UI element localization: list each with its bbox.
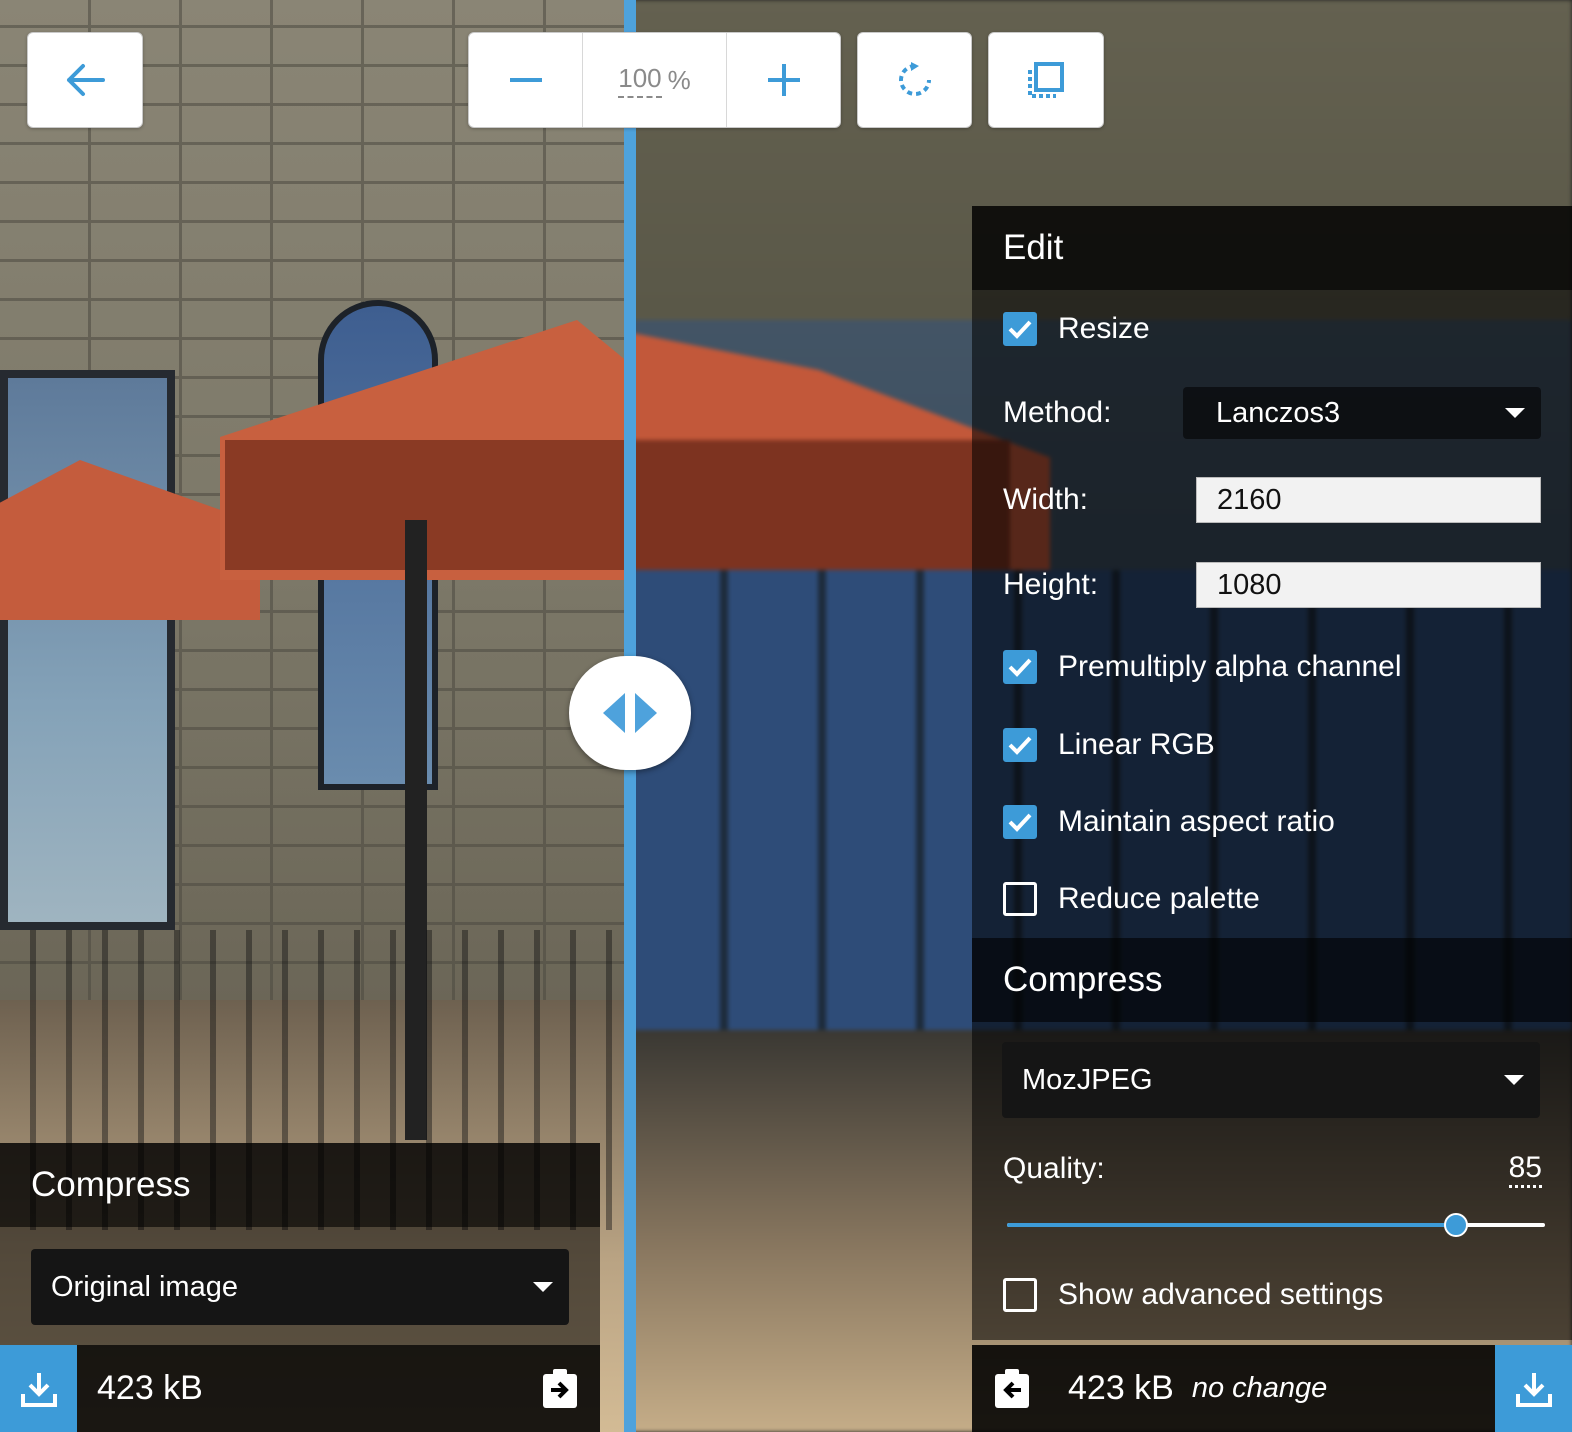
arrow-left-icon [67,64,105,96]
back-button[interactable] [27,32,143,128]
right-options-panel: Edit Resize Method: Lanczos3 Width: 2160… [972,206,1572,1346]
method-row: Method: Lanczos3 [972,368,1572,458]
quality-slider-thumb[interactable] [1444,1213,1469,1237]
aspect-ratio-option[interactable]: Maintain aspect ratio [972,783,1572,860]
quality-slider[interactable] [1007,1213,1545,1237]
check-icon [1008,658,1032,677]
advanced-settings-label: Show advanced settings [1058,1278,1384,1311]
method-select[interactable]: Lanczos3 [1183,387,1541,439]
advanced-settings-option[interactable]: Show advanced settings [972,1250,1572,1340]
width-row: Width: 2160 [972,458,1572,542]
quality-label: Quality: [1003,1152,1105,1185]
codec-value-right: MozJPEG [1022,1063,1153,1096]
codec-select-right[interactable]: MozJPEG [1002,1042,1540,1118]
aspect-ratio-label: Maintain aspect ratio [1058,804,1335,838]
zoom-level-value: 100 [618,63,662,98]
zoom-in-button[interactable] [727,33,840,127]
download-icon [20,1372,57,1407]
width-input[interactable]: 2160 [1196,477,1541,523]
linear-rgb-label: Linear RGB [1058,727,1215,761]
download-icon [1515,1372,1552,1407]
premultiply-checkbox[interactable] [1003,650,1037,684]
copy-to-other-side-icon [995,1368,1029,1408]
zoom-level-unit: % [667,64,691,95]
quality-slider-fill [1007,1223,1457,1227]
size-change-note: no change [1191,1372,1328,1404]
rotate-icon [898,62,931,96]
check-icon [1008,736,1032,755]
resize-checkbox[interactable] [1003,312,1037,346]
codec-row-right: MozJPEG [972,1022,1572,1138]
advanced-settings-checkbox[interactable] [1003,1278,1037,1312]
copy-settings-left-button[interactable] [972,1345,1052,1432]
width-label: Width: [1003,483,1089,516]
result-bar-right: 423 kB no change [972,1345,1572,1432]
reduce-palette-checkbox[interactable] [1003,882,1037,916]
edit-section-title: Edit [972,206,1572,290]
crop-frame-icon [1028,62,1064,98]
linear-rgb-checkbox[interactable] [1003,727,1037,762]
method-value: Lanczos3 [1216,396,1341,429]
codec-select-left[interactable]: Original image [31,1249,569,1325]
chevron-down-icon [1505,408,1525,418]
zoom-level[interactable]: 100 % [583,33,727,127]
minus-icon [509,78,542,82]
aspect-ratio-checkbox[interactable] [1003,804,1037,839]
quality-slider-row [972,1200,1572,1250]
resize-option[interactable]: Resize [972,290,1572,368]
codec-value-left: Original image [51,1270,238,1303]
chevron-down-icon [533,1282,553,1292]
drag-right-arrow-icon [635,693,657,733]
check-icon [1008,320,1032,339]
divider-handle[interactable] [569,656,691,770]
compress-section-title-left: Compress [0,1143,600,1227]
plus-icon [767,64,800,96]
download-button-left[interactable] [0,1345,77,1432]
download-button-right[interactable] [1495,1345,1572,1432]
compress-section-title-right: Compress [972,938,1572,1022]
zoom-controls: 100 % [468,32,841,128]
reduce-palette-label: Reduce palette [1058,882,1260,915]
premultiply-option[interactable]: Premultiply alpha channel [972,628,1572,706]
quality-row: Quality: 85 [972,1138,1572,1200]
left-options-panel: Compress Original image [0,1143,600,1345]
quality-value[interactable]: 85 [1508,1151,1542,1188]
reduce-palette-option[interactable]: Reduce palette [972,860,1572,938]
copy-settings-right-button[interactable] [520,1345,600,1432]
resize-label: Resize [1058,312,1150,345]
method-label: Method: [1003,396,1112,429]
linear-rgb-option[interactable]: Linear RGB [972,706,1572,783]
file-size-right: 423 kB [1068,1369,1174,1407]
height-input[interactable]: 1080 [1196,562,1541,608]
check-icon [1008,813,1032,832]
file-size-left: 423 kB [97,1369,203,1407]
drag-left-arrow-icon [603,693,625,733]
rotate-button[interactable] [857,32,972,128]
height-label: Height: [1003,568,1099,601]
result-bar-left: 423 kB [0,1345,600,1432]
copy-to-other-side-icon [543,1368,577,1408]
zoom-out-button[interactable] [469,33,583,127]
toggle-background-button[interactable] [988,32,1104,128]
chevron-down-icon [1504,1075,1524,1085]
premultiply-label: Premultiply alpha channel [1058,650,1402,683]
height-row: Height: 1080 [972,542,1572,628]
